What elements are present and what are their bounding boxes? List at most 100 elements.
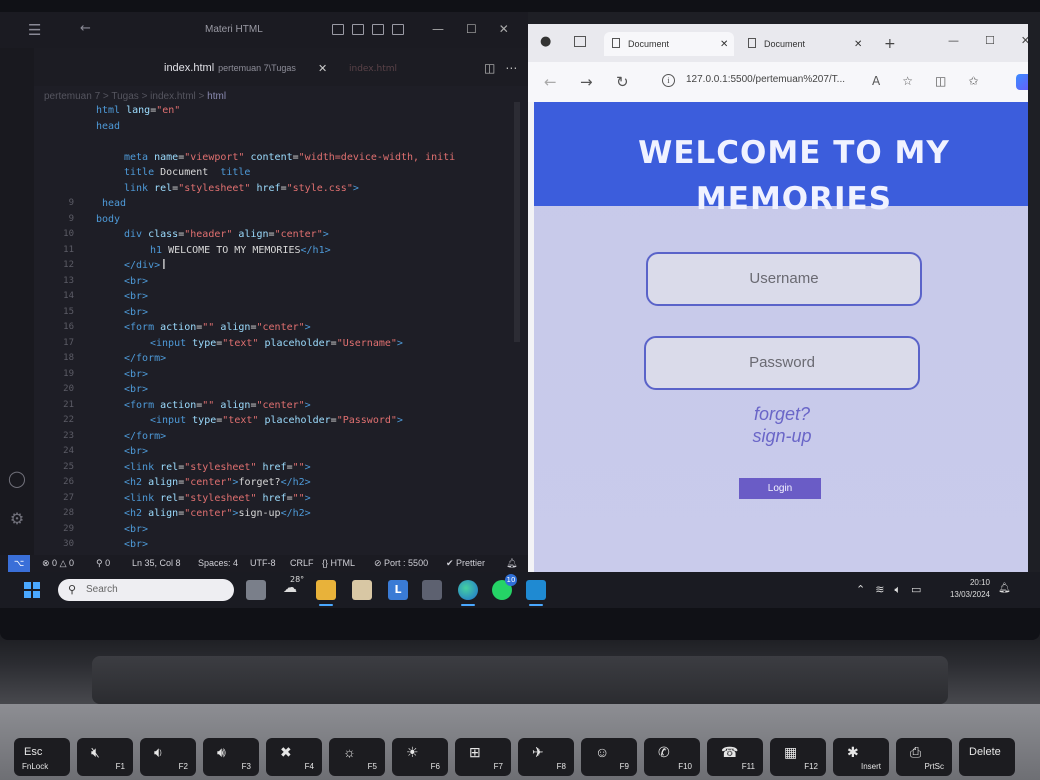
prettier-status[interactable]: ✔ Prettier	[446, 558, 485, 569]
line-number: 25	[63, 461, 74, 472]
task-view-icon[interactable]	[246, 580, 266, 600]
line-ending[interactable]: CRLF	[290, 558, 314, 568]
menu-icon[interactable]: ☰	[28, 21, 41, 39]
notifications-icon[interactable]: 🔔︎	[506, 558, 517, 569]
favorite-star-icon[interactable]: ☆	[902, 74, 913, 88]
keyboard-key: ☎ F11	[707, 738, 763, 776]
new-tab-icon[interactable]: +	[884, 36, 896, 52]
copilot-icon[interactable]	[1016, 74, 1028, 90]
code-text: <h2 align="center">sign-up</h2>	[124, 508, 311, 519]
remote-icon[interactable]: ⌥	[8, 555, 30, 572]
minimize-icon[interactable]: —	[432, 22, 444, 36]
account-icon[interactable]: ◯	[8, 470, 26, 488]
wifi-icon[interactable]: ≋	[875, 583, 884, 597]
password-input[interactable]: Password	[644, 336, 920, 390]
app-l-icon[interactable]: L	[388, 580, 408, 600]
line-number: 27	[63, 492, 74, 503]
text-cursor-icon: I	[162, 258, 166, 273]
forward-icon[interactable]: →	[580, 73, 593, 91]
line-number: 9	[68, 213, 74, 224]
window-controls: — ☐ ✕	[432, 22, 509, 36]
window-title: Materi HTML	[205, 24, 263, 35]
camera-icon[interactable]	[422, 580, 442, 600]
toggle-sidebar-icon[interactable]	[332, 24, 344, 35]
volume-icon[interactable]: 🔈︎	[894, 583, 901, 597]
language-mode[interactable]: {} HTML	[322, 558, 355, 568]
code-text: <form action="" align="center">	[124, 322, 311, 333]
line-number: 14	[63, 291, 74, 301]
split-screen-icon[interactable]: ◫	[935, 74, 946, 88]
activity-bar: ◯ ⚙	[0, 48, 34, 568]
tab-close-icon[interactable]: ✕	[318, 62, 327, 75]
editor-tabs: index.html pertemuan 7\Tugas ✕ index.html…	[34, 48, 528, 86]
info-icon[interactable]: i	[662, 74, 675, 87]
close-icon[interactable]: ✕	[1021, 34, 1028, 47]
live-server-port[interactable]: ⊘ Port : 5500	[374, 558, 428, 569]
tab-index-html[interactable]: index.html pertemuan 7\Tugas	[164, 62, 296, 74]
breadcrumb-path[interactable]: pertemuan 7 > Tugas > index.html >	[44, 91, 207, 102]
store-icon[interactable]	[352, 580, 372, 600]
read-aloud-icon[interactable]: A	[872, 74, 880, 88]
edge-icon[interactable]	[458, 580, 478, 600]
tab-actions-icon[interactable]	[574, 36, 586, 47]
username-input[interactable]: Username	[646, 252, 922, 306]
forget-link[interactable]: forget?	[644, 404, 920, 425]
vscode-taskbar-icon[interactable]	[526, 580, 546, 600]
code-text: head	[96, 120, 121, 132]
breadcrumb-html[interactable]: html	[207, 91, 226, 102]
problems-status[interactable]: ⊗ 0 △ 0	[42, 558, 74, 569]
editor-scrollbar[interactable]	[514, 102, 520, 342]
maximize-icon[interactable]: ☐	[466, 22, 477, 36]
taskbar-search[interactable]: ⚲ Search	[58, 579, 234, 601]
maximize-icon[interactable]: ☐	[985, 34, 995, 47]
browser-tab-2[interactable]: Document	[742, 32, 872, 56]
browser-tab-1[interactable]: Document	[604, 32, 734, 56]
vscode-titlebar: ☰ ← Materi HTML — ☐ ✕	[0, 12, 528, 48]
cursor-position[interactable]: Ln 35, Col 8	[132, 558, 181, 568]
line-number: 26	[63, 477, 74, 487]
status-bar: ⌥ ⊗ 0 △ 0 ⚲ 0 Ln 35, Col 8 Spaces: 4 UTF…	[0, 555, 528, 572]
indentation[interactable]: Spaces: 4	[198, 558, 238, 568]
clock[interactable]: 20:10 13/03/2024	[940, 577, 990, 601]
toggle-secondary-sidebar-icon[interactable]	[372, 24, 384, 35]
toggle-panel-icon[interactable]	[352, 24, 364, 35]
tab-close-icon[interactable]: ✕	[720, 39, 728, 50]
customize-layout-icon[interactable]	[392, 24, 404, 35]
code-text: <br>	[124, 368, 149, 380]
encoding[interactable]: UTF-8	[250, 558, 276, 568]
code-editor[interactable]: html lang="en" head meta name="viewport" c…	[34, 105, 504, 566]
code-text: <br>	[124, 291, 149, 302]
line-number: 28	[63, 508, 74, 518]
login-button[interactable]: Login	[739, 478, 821, 499]
url-field[interactable]: i 127.0.0.1:5500/pertemuan%207/T...	[658, 69, 868, 93]
code-text: <h2 align="center">forget?</h2>	[124, 477, 311, 488]
ports-status[interactable]: ⚲ 0	[96, 558, 110, 569]
line-number: 15	[63, 306, 74, 317]
minimize-icon[interactable]: —	[948, 34, 959, 47]
back-icon[interactable]: ←	[544, 73, 557, 91]
system-tray: ⌃ ≋ 🔈︎ ▭	[856, 583, 921, 597]
signup-link[interactable]: sign-up	[644, 426, 920, 447]
url-text: 127.0.0.1:5500/pertemuan%207/T...	[686, 74, 846, 85]
start-button-icon[interactable]	[24, 582, 40, 598]
line-number: 22	[63, 415, 74, 425]
file-explorer-icon[interactable]	[316, 580, 336, 600]
close-icon[interactable]: ✕	[499, 22, 509, 36]
settings-gear-icon[interactable]: ⚙	[8, 510, 26, 528]
code-text: </div>	[124, 260, 161, 271]
tab-close-icon[interactable]: ✕	[854, 39, 862, 50]
tab-index-html-2[interactable]: index.html	[349, 64, 397, 74]
refresh-icon[interactable]: ↻	[616, 73, 629, 91]
profile-icon[interactable]: ●	[540, 34, 551, 49]
favorites-icon[interactable]: ✩	[968, 74, 978, 88]
code-text: body	[96, 213, 121, 225]
line-number: 21	[63, 399, 74, 410]
line-number: 13	[63, 275, 74, 286]
split-editor-icon[interactable]: ◫⋯	[484, 61, 527, 75]
battery-icon[interactable]: ▭	[911, 583, 921, 597]
back-arrow-icon[interactable]: ←	[80, 21, 91, 36]
code-text: </form>	[124, 430, 167, 442]
chevron-up-icon[interactable]: ⌃	[856, 583, 865, 597]
layout-controls	[332, 24, 404, 35]
notification-bell-icon[interactable]: 🔔︎	[998, 583, 1011, 594]
